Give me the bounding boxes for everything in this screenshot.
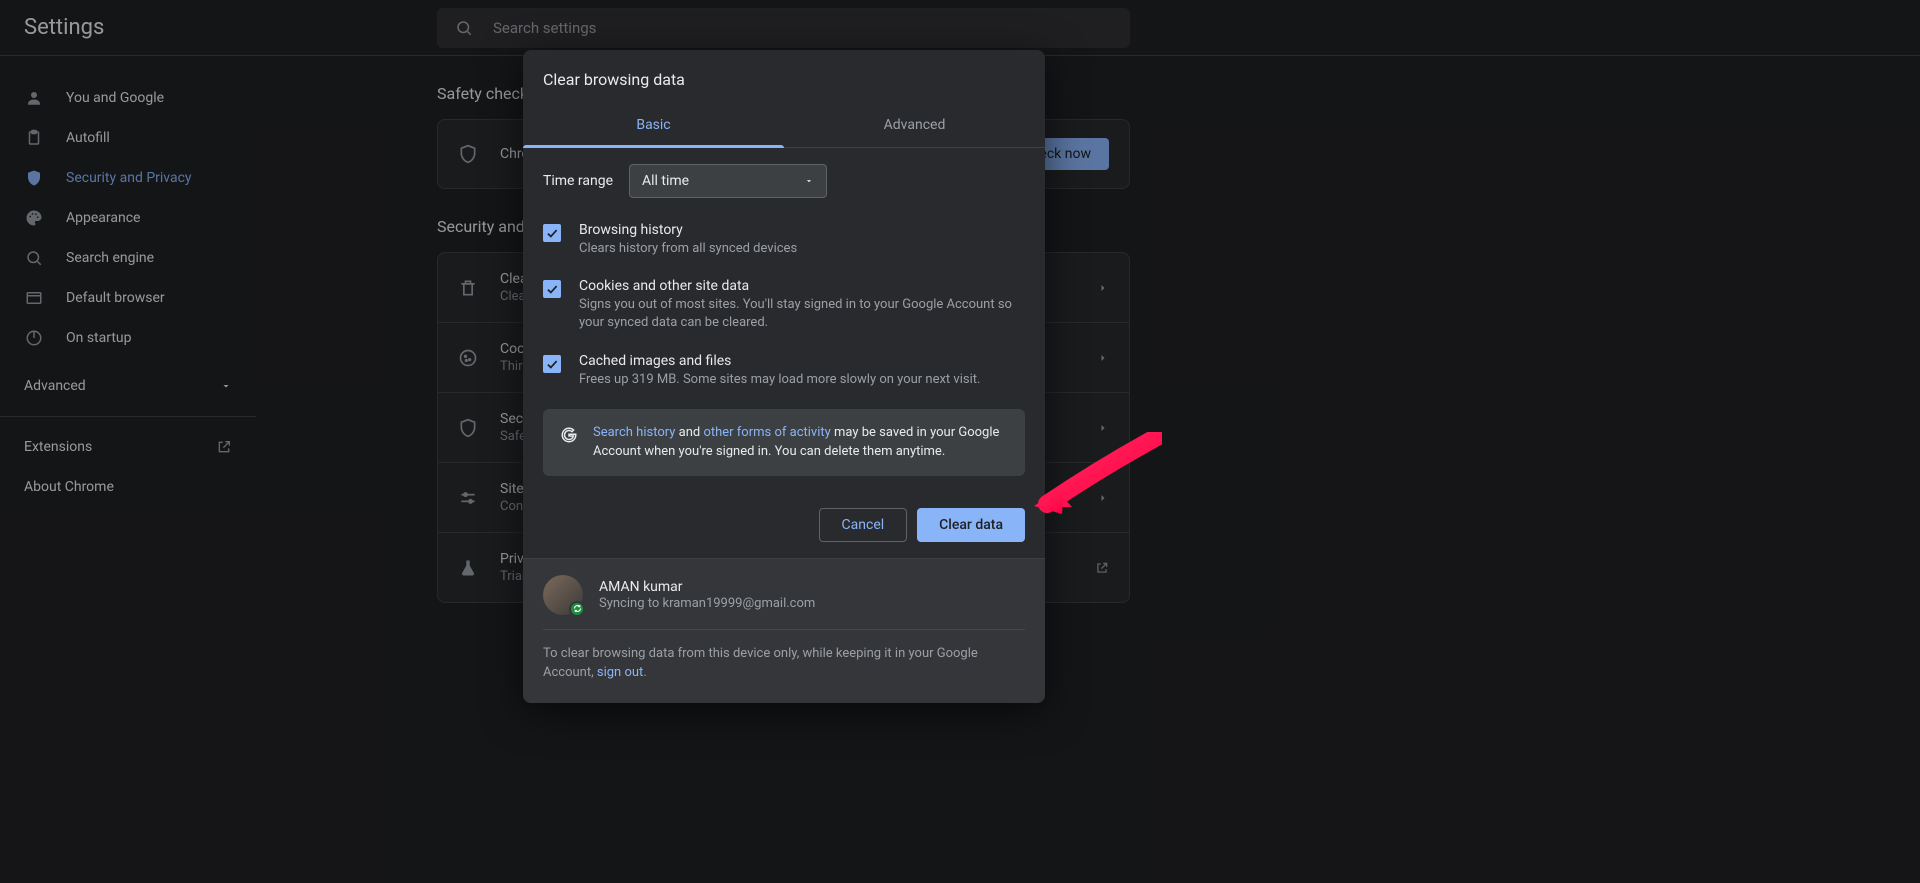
clear-browsing-data-dialog: Clear browsing data Basic Advanced Time … (523, 50, 1045, 703)
check-sub: Clears history from all synced devices (579, 240, 797, 258)
profile-name: AMAN kumar (599, 579, 815, 595)
check-row-browsing-history: Browsing history Clears history from all… (543, 212, 1025, 268)
tab-advanced[interactable]: Advanced (784, 103, 1045, 147)
check-title: Cookies and other site data (579, 278, 1025, 294)
dialog-title: Clear browsing data (523, 50, 1045, 89)
checkbox-browsing-history[interactable] (543, 224, 561, 242)
tab-basic[interactable]: Basic (523, 103, 784, 147)
google-icon (559, 425, 579, 445)
time-range-select[interactable]: All time (629, 164, 827, 198)
footer-text-2: . (643, 665, 646, 680)
sync-status-icon (569, 601, 585, 617)
chevron-down-icon (804, 176, 814, 186)
info-text-1: and (675, 425, 703, 440)
dialog-tabs: Basic Advanced (523, 103, 1045, 148)
clear-data-button[interactable]: Clear data (917, 508, 1025, 542)
profile-row: AMAN kumar Syncing to kraman19999@gmail.… (543, 575, 1025, 615)
avatar (543, 575, 583, 615)
search-history-link[interactable]: Search history (593, 425, 675, 440)
time-range-value: All time (642, 173, 689, 189)
footer-divider (543, 629, 1025, 630)
check-row-cached: Cached images and files Frees up 319 MB.… (543, 343, 1025, 399)
time-range-label: Time range (543, 173, 629, 189)
check-title: Cached images and files (579, 353, 980, 369)
cancel-button[interactable]: Cancel (819, 508, 908, 542)
check-row-cookies: Cookies and other site data Signs you ou… (543, 268, 1025, 342)
checkbox-cookies[interactable] (543, 280, 561, 298)
check-sub: Signs you out of most sites. You'll stay… (579, 296, 1025, 332)
profile-sync: Syncing to kraman19999@gmail.com (599, 596, 815, 611)
checkbox-cached[interactable] (543, 355, 561, 373)
other-activity-link[interactable]: other forms of activity (703, 425, 830, 440)
google-account-info-box: Search history and other forms of activi… (543, 409, 1025, 476)
check-sub: Frees up 319 MB. Some sites may load mor… (579, 371, 980, 389)
sign-out-link[interactable]: sign out (597, 665, 643, 680)
check-title: Browsing history (579, 222, 797, 238)
